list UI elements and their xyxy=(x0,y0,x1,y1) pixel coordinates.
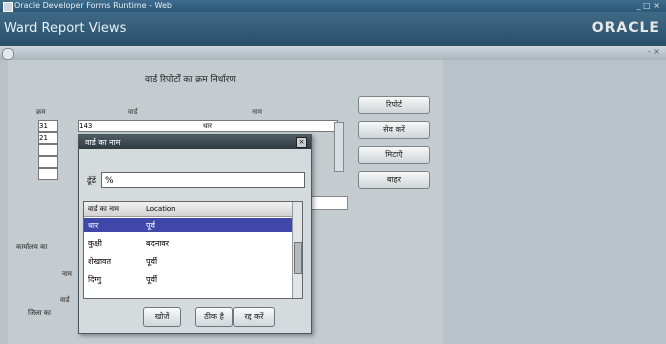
window-title: Oracle Developer Forms Runtime - Web xyxy=(14,1,172,10)
col-header-seq: क्रम xyxy=(36,108,46,116)
seq-field[interactable] xyxy=(38,144,58,156)
lov-col-location: Location xyxy=(146,205,176,213)
col-header-ward: वार्ड xyxy=(128,108,138,116)
lov-header: वार्ड का नाम Location xyxy=(84,202,294,217)
exit-button[interactable]: बाहर xyxy=(358,171,430,189)
form-toolbar: - × xyxy=(0,46,666,60)
list-item[interactable]: शेखावत पूर्वी xyxy=(84,254,294,268)
app-title: Ward Report Views xyxy=(4,21,127,36)
lov-col-name: वार्ड का नाम xyxy=(88,205,119,213)
lov-item-location: पूर्वी xyxy=(146,275,158,284)
app-window-icon xyxy=(3,2,13,12)
ward-label: वार्ड xyxy=(60,296,70,304)
find-input[interactable]: % xyxy=(101,172,305,188)
list-item[interactable]: धार पूर्व xyxy=(84,218,294,232)
lov-item-location: बदनावर xyxy=(146,239,170,248)
ok-button[interactable]: ठीक है xyxy=(195,307,233,327)
lov-dialog: वार्ड का नाम × ढूँढें % वार्ड का नाम Loc… xyxy=(78,134,312,334)
list-item[interactable]: दिग्गु पूर्वी xyxy=(84,272,294,286)
report-button[interactable]: रिपोर्ट xyxy=(358,96,430,114)
lov-item-location: पूर्व xyxy=(146,221,155,230)
lov-item-name: शेखावत xyxy=(88,257,112,266)
dialog-title: वार्ड का नाम xyxy=(85,138,121,147)
app-header: Ward Report Views ORACLE xyxy=(0,12,666,46)
lov-item-name: दिग्गु xyxy=(88,275,102,284)
close-icon[interactable]: × xyxy=(296,137,307,148)
col-header-name: नाम xyxy=(252,108,262,116)
form-window-controls[interactable]: - × xyxy=(648,47,660,56)
window-titlebar: Oracle Developer Forms Runtime - Web _ □… xyxy=(0,0,666,12)
save-button[interactable]: सेव करें xyxy=(358,121,430,139)
lov-item-name: कुक्षी xyxy=(88,239,102,248)
seq-field[interactable]: 31 xyxy=(38,120,58,132)
name-cell: धार xyxy=(203,122,212,130)
lov-list: वार्ड का नाम Location धार पूर्व कुक्षी ब… xyxy=(83,201,303,299)
form-icon xyxy=(2,48,14,60)
ward-cell: 143 xyxy=(79,122,93,130)
seq-field[interactable]: 21 xyxy=(38,132,58,144)
form-heading: वार्ड रिपोर्टों का क्रम निर्धारण xyxy=(145,75,236,85)
table-row[interactable]: 143 धार xyxy=(78,120,338,132)
find-label: ढूँढें xyxy=(87,176,97,185)
list-item[interactable]: कुक्षी बदनावर xyxy=(84,236,294,250)
district-label: जिला का xyxy=(28,309,51,317)
office-label: कार्यालय का xyxy=(16,243,48,251)
oracle-logo: ORACLE xyxy=(591,20,660,36)
name-label: नाम xyxy=(62,270,72,278)
find-button[interactable]: खोजें xyxy=(143,307,181,327)
dialog-titlebar: वार्ड का नाम × xyxy=(79,135,311,149)
seq-field[interactable] xyxy=(38,156,58,168)
window-controls[interactable]: _ □ × xyxy=(637,1,660,10)
lov-scrollbar[interactable] xyxy=(292,202,302,298)
seq-field[interactable] xyxy=(38,168,58,180)
lov-item-name: धार xyxy=(88,221,99,230)
scroll-thumb[interactable] xyxy=(294,242,302,274)
delete-button[interactable]: मिटाएँ xyxy=(358,146,430,164)
cancel-button[interactable]: रद्द करें xyxy=(233,307,275,327)
lov-item-location: पूर्वी xyxy=(146,257,158,266)
grid-scrollbar[interactable] xyxy=(334,122,344,172)
